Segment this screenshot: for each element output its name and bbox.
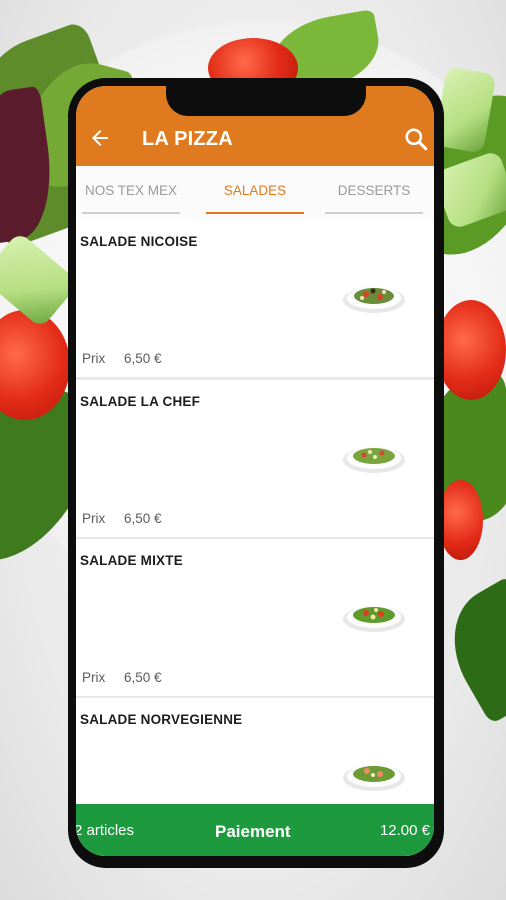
menu-item-card[interactable]: SALADE NICOISE Prix 6,50 €	[76, 220, 434, 380]
price-label: Prix	[82, 351, 106, 366]
salad-dish-icon	[343, 606, 405, 632]
phone-frame: LA PIZZA NOS TEX MEX SALADES DESSERTS SA…	[68, 78, 444, 868]
menu-item-name: SALADE NORVEGIENNE	[80, 712, 243, 727]
price-label: Prix	[82, 670, 106, 685]
menu-item-card[interactable]: SALADE MIXTE Prix 6,50 €	[76, 539, 434, 699]
tomato-slice	[438, 480, 483, 560]
tab-label: NOS TEX MEX	[84, 183, 178, 198]
tab-underline	[325, 212, 423, 214]
tab-desserts[interactable]: DESSERTS	[319, 166, 429, 220]
salad-dish-icon	[343, 287, 405, 313]
page-title: LA PIZZA	[142, 128, 233, 150]
salad-dish-icon	[343, 447, 405, 473]
menu-item-name: SALADE LA CHEF	[80, 394, 201, 409]
category-tabs: NOS TEX MEX SALADES DESSERTS	[76, 166, 434, 220]
tab-salades[interactable]: SALADES	[200, 166, 310, 220]
salad-dish-icon	[343, 765, 405, 791]
menu-item-name: SALADE MIXTE	[80, 553, 183, 568]
menu-item-card[interactable]: SALADE LA CHEF Prix 6,50 €	[76, 380, 434, 540]
price-label: Prix	[82, 511, 106, 526]
tab-label: SALADES	[223, 183, 287, 198]
menu-item-name: SALADE NICOISE	[80, 234, 198, 249]
search-icon[interactable]	[403, 126, 429, 152]
checkout-button[interactable]: Paiement	[215, 822, 291, 842]
tab-underline	[82, 212, 180, 214]
tab-label: DESSERTS	[337, 183, 411, 198]
cart-total: 12.00 €	[379, 822, 430, 839]
tab-tex-mex[interactable]: NOS TEX MEX	[76, 166, 186, 220]
price-value: 6,50 €	[124, 670, 162, 685]
back-arrow-icon[interactable]	[88, 126, 112, 150]
price-value: 6,50 €	[124, 351, 162, 366]
cart-count: 2 articles	[76, 822, 135, 839]
cart-bar[interactable]: 2 articles Paiement 12.00 €	[76, 804, 434, 856]
phone-screen: LA PIZZA NOS TEX MEX SALADES DESSERTS SA…	[76, 86, 434, 856]
phone-notch	[166, 86, 366, 116]
tab-underline	[206, 212, 304, 214]
price-value: 6,50 €	[124, 511, 162, 526]
tomato-slice	[436, 300, 506, 400]
